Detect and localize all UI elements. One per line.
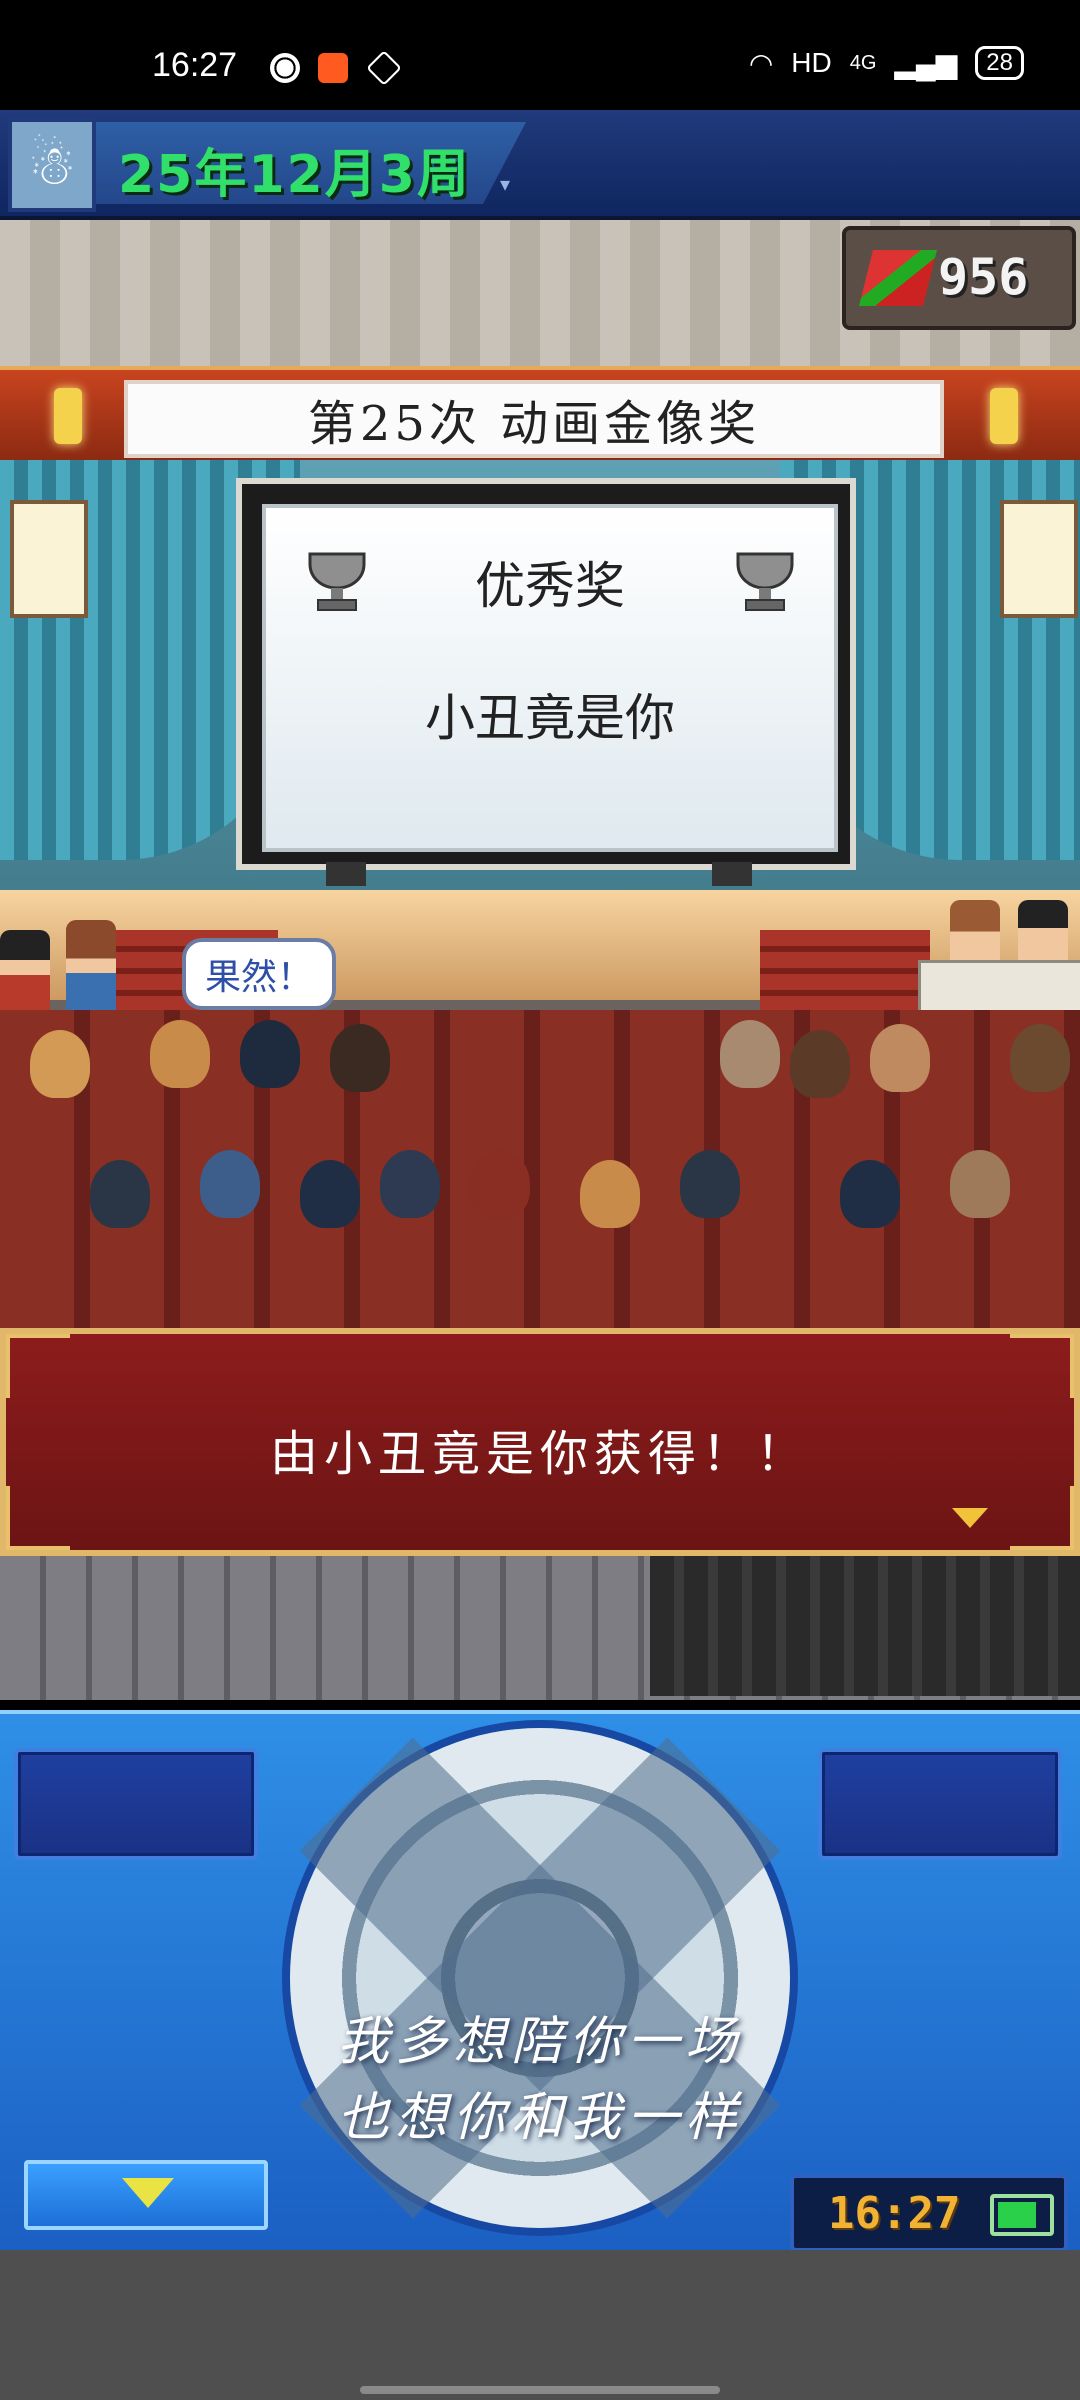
award-stage: 优秀奖 小丑竟是你 xyxy=(0,460,1080,1050)
audience-member xyxy=(840,1160,900,1228)
game-clock-time: 16:27 xyxy=(828,2188,961,2239)
menu-down-button[interactable] xyxy=(24,2160,268,2230)
audience-member xyxy=(30,1030,90,1098)
dialog-box[interactable]: 由小丑竟是你获得！！ xyxy=(0,1328,1080,1556)
money-value: 956 xyxy=(938,248,1029,306)
layers-icon xyxy=(366,50,402,86)
status-notification-icons xyxy=(270,50,402,86)
audience-member xyxy=(240,1020,300,1088)
building-roof xyxy=(650,1556,1080,1696)
audience-member xyxy=(720,1020,780,1088)
audience-member xyxy=(300,1160,360,1228)
ornament-icon xyxy=(1010,1334,1074,1398)
status-system-icons: ◠ HD 4G ▂▄▆ 28 xyxy=(749,46,1024,80)
audience-member xyxy=(90,1160,150,1228)
money-counter[interactable]: 956 xyxy=(842,226,1076,330)
status-bar: 16:27 ◠ HD 4G ▂▄▆ 28 xyxy=(0,0,1080,110)
audience-member xyxy=(150,1020,210,1088)
speech-bubble: 果然！ xyxy=(182,938,336,1016)
ornament-icon xyxy=(1010,1486,1074,1550)
audience-member xyxy=(470,1150,530,1218)
top-bar: ☃ 25年12月3周 ▾ xyxy=(0,110,1080,220)
audience-member xyxy=(1010,1024,1070,1092)
status-time: 16:27 xyxy=(152,46,238,84)
audience-member xyxy=(380,1150,440,1218)
battery-icon xyxy=(990,2194,1054,2236)
award-screen: 优秀奖 小丑竟是你 xyxy=(236,478,856,870)
audience-member xyxy=(330,1024,390,1092)
ornament-icon xyxy=(6,1334,70,1398)
wifi-icon: ◠ xyxy=(748,47,774,79)
award-banner: 第25次 动画金像奖 xyxy=(0,366,1080,464)
lyrics-line: 我多想陪你一场 xyxy=(336,2012,743,2072)
lyrics-line: 也想你和我一样 xyxy=(336,2088,743,2148)
screen-stand xyxy=(712,862,752,886)
signal-bars-icon: ▂▄▆ xyxy=(894,47,958,79)
audience-member xyxy=(950,1150,1010,1218)
right-shoulder-button[interactable] xyxy=(818,1748,1062,1860)
snowman-season-icon[interactable]: ☃ xyxy=(8,118,96,212)
screen-stand xyxy=(326,862,366,886)
ornament-icon xyxy=(6,1486,70,1550)
home-indicator[interactable] xyxy=(360,2386,720,2394)
signal-label: 4G xyxy=(849,51,877,74)
caret-down-icon: ▾ xyxy=(500,172,511,196)
controller-panel: 我多想陪你一场 也想你和我一样 16:27 xyxy=(0,1710,1080,2254)
battery-indicator: 28 xyxy=(975,46,1024,80)
game-clock: 16:27 xyxy=(790,2174,1068,2252)
globe-icon xyxy=(270,53,300,83)
lantern-icon xyxy=(1000,500,1078,618)
left-shoulder-button[interactable] xyxy=(14,1748,258,1860)
lyrics-overlay: 我多想陪你一场 也想你和我一样 xyxy=(0,2004,1080,2156)
award-screen-panel: 优秀奖 小丑竟是你 xyxy=(262,504,838,852)
continue-arrow-icon[interactable] xyxy=(952,1508,988,1528)
award-title: 第25次 动画金像奖 xyxy=(124,380,944,458)
audience-member xyxy=(680,1150,740,1218)
game-scene[interactable]: ☃ 25年12月3周 ▾ 956 第25次 动画金像奖 优秀奖 小丑竟是你 果然… xyxy=(0,110,1080,1700)
navigation-bar xyxy=(0,2250,1080,2400)
date-label: 25年12月3周 xyxy=(118,145,471,205)
lamp-icon xyxy=(990,388,1018,444)
audience-member xyxy=(580,1160,640,1228)
money-stack-icon xyxy=(859,250,937,306)
trophy-icon xyxy=(736,552,794,611)
award-winner: 小丑竟是你 xyxy=(425,689,675,747)
lamp-icon xyxy=(54,388,82,444)
app-notification-icon xyxy=(318,53,348,83)
network-label: HD xyxy=(791,47,832,78)
dialog-message: 由小丑竟是你获得！！ xyxy=(269,1426,810,1482)
lantern-icon xyxy=(10,500,88,618)
audience-member xyxy=(790,1030,850,1098)
audience-member xyxy=(870,1024,930,1092)
audience-member xyxy=(200,1150,260,1218)
audience-seats xyxy=(0,1010,1080,1340)
down-arrow-icon xyxy=(122,2178,174,2208)
